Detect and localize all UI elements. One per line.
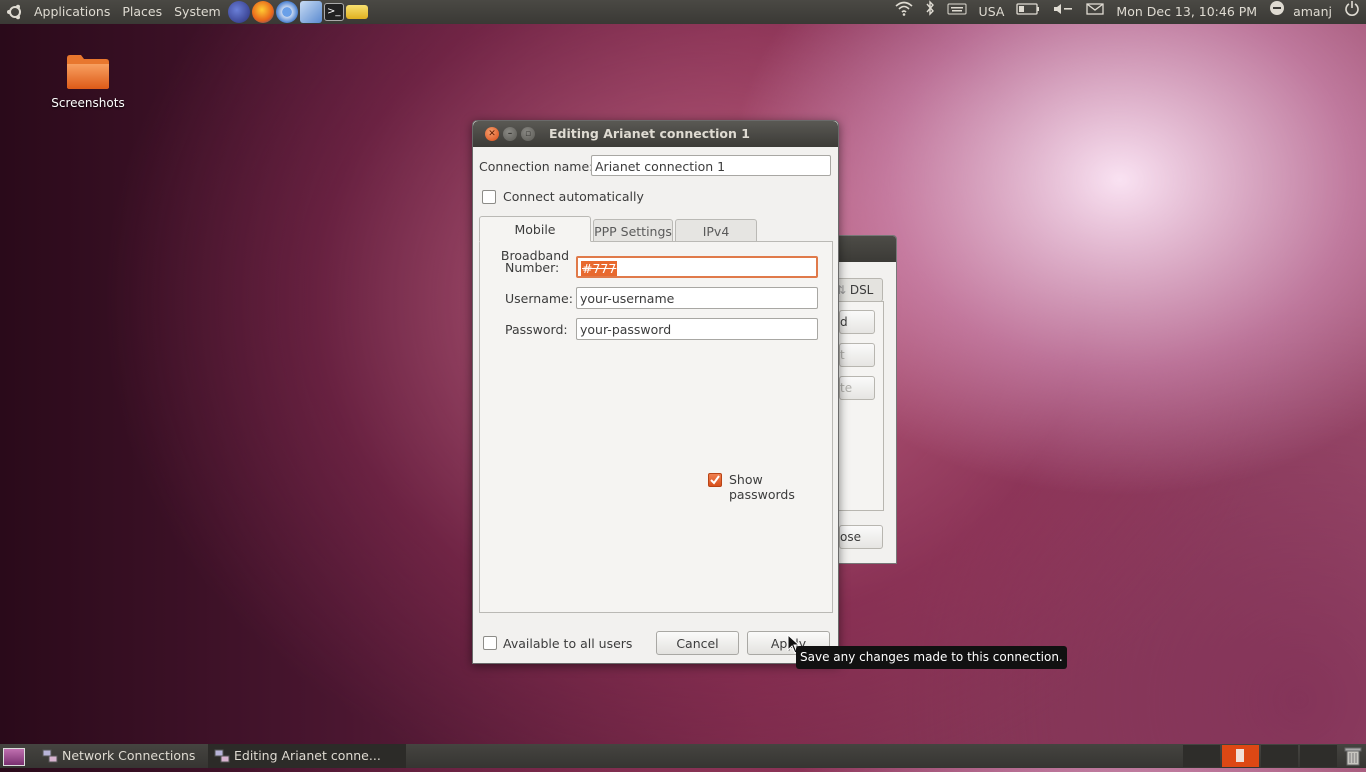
notes-icon[interactable] [345, 5, 368, 19]
cancel-button[interactable]: Cancel [656, 631, 739, 655]
apply-tooltip: Save any changes made to this connection… [796, 646, 1067, 669]
available-all-users-label[interactable]: Available to all users [503, 636, 632, 651]
tab-mobile-broadband-label: Mobile Broadband [500, 222, 570, 263]
back-close-label: ose [840, 530, 861, 544]
connection-name-label: Connection name: [479, 159, 594, 174]
connection-name-field[interactable]: Arianet connection 1 [591, 155, 831, 176]
username-field[interactable]: your-username [576, 287, 818, 309]
back-edit-button[interactable]: t [839, 343, 875, 367]
password-label: Password: [505, 322, 568, 337]
bottom-panel: Network Connections Editing Arianet conn… [0, 744, 1366, 768]
ubuntu-logo-icon[interactable] [6, 3, 24, 21]
clock[interactable]: Mon Dec 13, 10:46 PM [1110, 0, 1263, 24]
wifi-icon[interactable] [889, 0, 919, 24]
back-delete-label: te [840, 381, 853, 395]
editing-connection-icon [214, 748, 230, 764]
tab-dsl[interactable]: ⇅ DSL [833, 278, 883, 302]
volume-icon[interactable] [1046, 0, 1080, 24]
checkmark-icon [710, 475, 720, 485]
task-network-connections[interactable]: Network Connections [36, 744, 228, 768]
battery-icon[interactable] [1010, 0, 1046, 24]
menu-applications[interactable]: Applications [28, 0, 116, 24]
workspace-window-icon [1236, 749, 1244, 762]
close-window-button[interactable]: ✕ [485, 127, 499, 141]
password-field[interactable]: your-password [576, 318, 818, 340]
desktop-icon-screenshots[interactable]: Screenshots [48, 52, 128, 110]
maximize-window-button[interactable]: ▫ [521, 127, 535, 141]
back-close-button[interactable]: ose [839, 525, 883, 549]
dsl-tab-label: DSL [849, 283, 874, 297]
workspace-2[interactable] [1222, 745, 1259, 767]
desktop-icon-label: Screenshots [51, 96, 125, 110]
eclipse-icon[interactable] [227, 1, 250, 23]
task-network-connections-label: Network Connections [62, 748, 196, 763]
dialog-title: Editing Arianet connection 1 [549, 126, 750, 141]
top-panel: Applications Places System >_ USA Mon De… [0, 0, 1366, 24]
tab-ppp-settings-label: PPP Settings [594, 224, 672, 239]
back-delete-button[interactable]: te [839, 376, 875, 400]
show-passwords-checkbox[interactable] [708, 473, 722, 487]
folder-icon [65, 52, 111, 90]
virtualbox-icon[interactable] [299, 1, 322, 23]
power-icon[interactable] [1338, 0, 1366, 24]
network-connections-icon [42, 748, 58, 764]
show-desktop-icon[interactable] [3, 748, 25, 766]
dialog-titlebar[interactable]: ✕ – ▫ Editing Arianet connection 1 [473, 121, 838, 147]
task-editing-connection-label: Editing Arianet conne... [234, 748, 381, 763]
back-add-label: d [840, 315, 848, 329]
menu-places[interactable]: Places [116, 0, 168, 24]
keyboard-icon[interactable] [941, 0, 973, 24]
keyboard-layout[interactable]: USA [973, 0, 1011, 24]
cancel-button-label: Cancel [676, 636, 719, 651]
connect-automatically-label[interactable]: Connect automatically [503, 189, 644, 204]
tab-mobile-broadband[interactable]: Mobile Broadband [479, 216, 591, 263]
chromium-icon[interactable] [275, 1, 298, 23]
user-status-icon[interactable] [1263, 0, 1287, 24]
username-label: Username: [505, 291, 573, 306]
tab-ipv4-settings[interactable]: IPv4 Settings [675, 219, 757, 262]
firefox-icon[interactable] [251, 1, 274, 23]
bluetooth-icon[interactable] [919, 0, 941, 24]
terminal-icon[interactable]: >_ [323, 3, 344, 21]
connection-name-value: Arianet connection 1 [595, 159, 726, 174]
user-name[interactable]: amanj [1287, 0, 1338, 24]
menu-system[interactable]: System [168, 0, 227, 24]
trash-icon[interactable] [1344, 746, 1362, 769]
task-editing-connection[interactable]: Editing Arianet conne... [208, 744, 406, 768]
available-all-users-checkbox[interactable] [483, 636, 497, 650]
back-add-button[interactable]: d [839, 310, 875, 334]
mobile-broadband-panel: Number: #777 Username: your-username Pas… [479, 241, 833, 613]
minimize-window-button[interactable]: – [503, 127, 517, 141]
username-value: your-username [580, 291, 675, 306]
mail-icon[interactable] [1080, 0, 1110, 24]
password-value: your-password [580, 322, 672, 337]
tab-ppp-settings[interactable]: PPP Settings [593, 219, 673, 242]
number-value: #777 [581, 261, 618, 276]
workspace-1[interactable] [1183, 745, 1220, 767]
workspace-4[interactable] [1300, 745, 1337, 767]
workspace-3[interactable] [1261, 745, 1298, 767]
edit-connection-dialog: ✕ – ▫ Editing Arianet connection 1 Conne… [472, 120, 839, 664]
show-passwords-label[interactable]: Show passwords [729, 472, 832, 502]
connect-automatically-checkbox[interactable] [482, 190, 496, 204]
number-field[interactable]: #777 [576, 256, 818, 278]
back-edit-label: t [840, 348, 845, 362]
